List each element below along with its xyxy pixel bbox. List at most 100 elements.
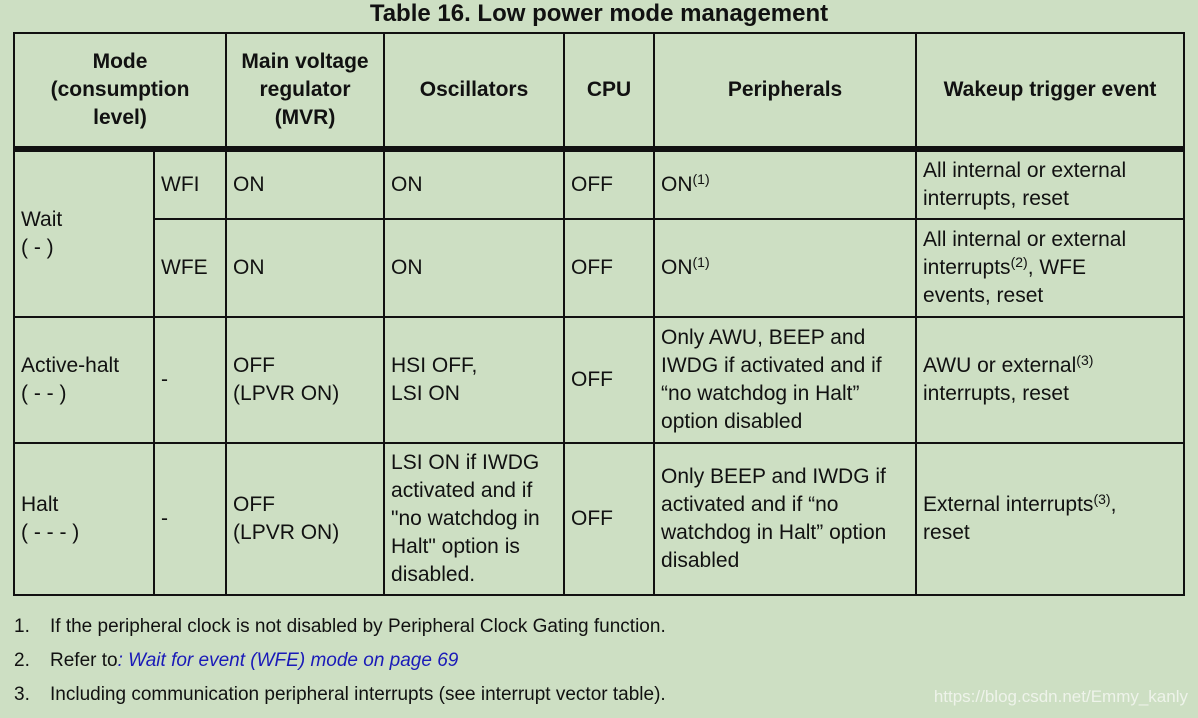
submode-cell: - [152, 442, 228, 596]
wakeup-line: interrupts, reset [923, 382, 1069, 405]
submode-cell: WFI [152, 148, 228, 220]
peripherals-line: “no watchdog in Halt” [661, 382, 860, 405]
mode-name: Active-halt [21, 354, 120, 377]
footnote-text: Refer to [50, 650, 118, 671]
wakeup-line: All internal or external [923, 159, 1127, 182]
footnote-number: 2. [14, 650, 30, 671]
footnote-text: If the peripheral clock is not disabled … [50, 616, 666, 637]
oscillators-cell: LSI ON if IWDG activated and if "no watc… [383, 442, 566, 596]
footnote-text: Including communication peripheral inter… [50, 684, 666, 705]
footnote-ref: (3) [1076, 352, 1094, 368]
peripherals-cell: ON(1) [653, 218, 918, 318]
oscillators-line: Halt" option is [391, 535, 520, 558]
table-row: WFE ON ON OFF ON(1) All internal or exte… [14, 218, 1186, 318]
mvr-cell: ON [225, 148, 386, 220]
table-row: Wait ( - ) WFI ON ON OFF ON(1) All inter… [13, 148, 1186, 318]
mvr-cell: ON [225, 218, 386, 318]
header-mode-line: level) [93, 106, 147, 129]
footnote-1: 1. If the peripheral clock is not disabl… [14, 610, 666, 644]
wakeup-line: reset [923, 521, 970, 544]
mode-name: Wait [21, 208, 63, 231]
table-title: Table 16. Low power mode management [369, 0, 829, 27]
oscillators-line: disabled. [391, 563, 476, 586]
wakeup-line: External interrupts(3), [923, 491, 1177, 519]
oscillators-cell: HSI OFF, LSI ON [383, 316, 566, 444]
peripherals-cell: ON(1) [653, 148, 918, 220]
oscillators-line: HSI OFF, [391, 354, 478, 377]
wakeup-text: AWU or external [923, 354, 1077, 377]
footnote-number: 3. [14, 684, 30, 705]
header-mvr-line: Main voltage [241, 50, 369, 73]
table-row: Active-halt ( - - ) - OFF (LPVR ON) HSI … [13, 316, 1186, 444]
cpu-cell: OFF [563, 316, 656, 444]
header-mvr-line: (MVR) [274, 106, 336, 129]
low-power-mode-table: Mode (consumption level) Main voltage re… [12, 32, 1186, 596]
footnote-ref: (1) [692, 254, 710, 270]
mode-cell: Active-halt ( - - ) [13, 316, 155, 444]
mvr-line: OFF [233, 493, 276, 516]
peripherals-text: ON [661, 173, 693, 196]
wakeup-text: , [1110, 493, 1117, 516]
peripherals-cell: Only BEEP and IWDG if activated and if “… [653, 442, 918, 596]
wakeup-line: AWU or external(3) [923, 352, 1177, 380]
peripherals-cell: Only AWU, BEEP and IWDG if activated and… [653, 316, 918, 444]
peripherals-line: watchdog in Halt” option [661, 521, 887, 544]
mode-name: Halt [21, 493, 59, 516]
mode-cell: Wait ( - ) [13, 148, 155, 318]
cpu-cell: OFF [563, 442, 656, 596]
oscillators-cell: ON [383, 148, 566, 220]
oscillators-cell: ON [383, 218, 566, 318]
mode-level: ( - ) [21, 236, 54, 259]
peripherals-line: Only AWU, BEEP and [661, 326, 866, 349]
header-mvr-line: regulator [259, 78, 351, 101]
oscillators-line: LSI ON [391, 382, 460, 405]
peripherals-line: IWDG if activated and if [661, 354, 882, 377]
wakeup-line: interrupts, reset [923, 187, 1069, 210]
wakeup-text: External interrupts [923, 493, 1094, 516]
mode-cell: Halt ( - - - ) [13, 442, 155, 596]
wakeup-line: All internal or external [923, 228, 1127, 251]
wakeup-cell: All internal or external interrupts(2), … [915, 218, 1186, 318]
submode-cell: - [152, 316, 228, 444]
peripherals-text: ON [661, 256, 693, 279]
footnote-link[interactable]: : Wait for event (WFE) mode on page 69 [118, 644, 459, 678]
cpu-cell: OFF [563, 148, 656, 220]
footnote-number: 1. [14, 616, 30, 637]
footnote-2: 2. Refer to: Wait for event (WFE) mode o… [14, 644, 666, 678]
oscillators-line: activated and if [391, 479, 533, 502]
peripherals-line: disabled [661, 549, 740, 572]
mvr-line: (LPVR ON) [233, 521, 340, 544]
header-oscillators: Oscillators [383, 32, 566, 152]
table-row: Halt ( - - - ) - OFF (LPVR ON) LSI ON if… [13, 442, 1186, 596]
wakeup-line: events, reset [923, 284, 1044, 307]
watermark: https://blog.csdn.net/Emmy_kanly [933, 687, 1188, 706]
header-cpu: CPU [563, 32, 656, 152]
mvr-cell: OFF (LPVR ON) [225, 316, 386, 444]
wakeup-cell: AWU or external(3) interrupts, reset [915, 316, 1186, 444]
footnote-ref: (1) [692, 171, 710, 187]
cpu-cell: OFF [563, 218, 656, 318]
mvr-line: OFF [233, 354, 276, 377]
header-peripherals: Peripherals [653, 32, 918, 152]
header-mode-line: (consumption [50, 78, 190, 101]
wakeup-text: , WFE [1027, 256, 1087, 279]
wakeup-text: interrupts [923, 256, 1011, 279]
mvr-cell: OFF (LPVR ON) [225, 442, 386, 596]
wakeup-line: interrupts(2), WFE [923, 254, 1177, 282]
submode-cell: WFE [152, 218, 228, 318]
header-mvr: Main voltage regulator (MVR) [225, 32, 386, 152]
header-wakeup: Wakeup trigger event [915, 32, 1186, 152]
peripherals-line: Only BEEP and IWDG if [661, 465, 886, 488]
footnotes: 1. If the peripheral clock is not disabl… [14, 610, 666, 712]
mvr-line: (LPVR ON) [233, 382, 340, 405]
header-mode: Mode (consumption level) [12, 32, 228, 152]
oscillators-line: LSI ON if IWDG [391, 451, 540, 474]
peripherals-line: option disabled [661, 410, 803, 433]
header-row: Mode (consumption level) Main voltage re… [12, 32, 1186, 152]
footnote-ref: (2) [1010, 254, 1028, 270]
footnote-3: 3. Including communication peripheral in… [14, 678, 666, 712]
footnote-ref: (3) [1093, 491, 1111, 507]
wakeup-cell: External interrupts(3), reset [915, 442, 1186, 596]
peripherals-line: activated and if “no [661, 493, 839, 516]
oscillators-line: "no watchdog in [391, 507, 540, 530]
